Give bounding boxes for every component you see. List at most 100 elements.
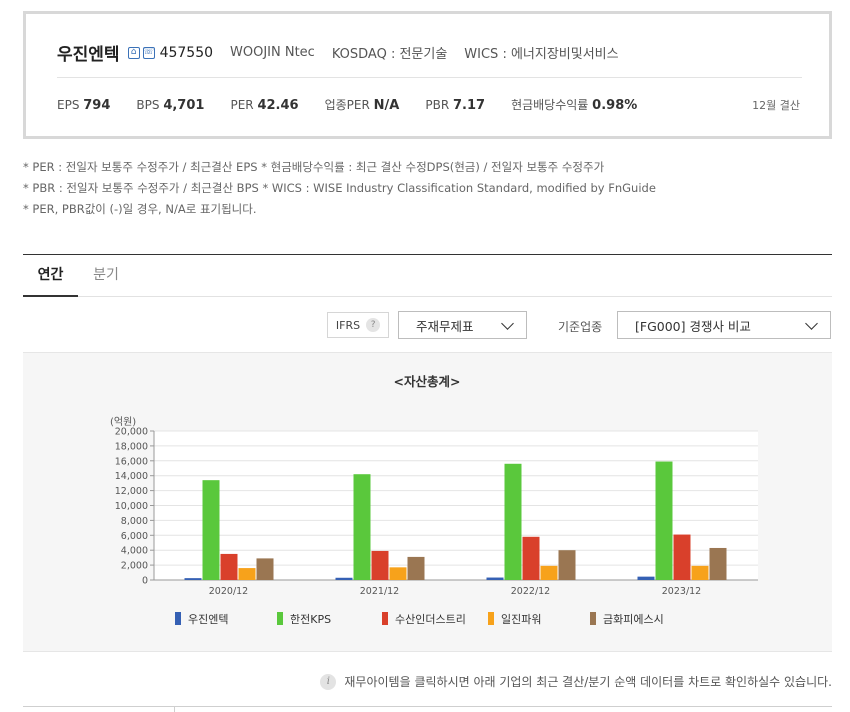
metric-label: 업종PER xyxy=(324,98,370,112)
bar-2023-12 xyxy=(673,534,691,580)
bar-2021-12 xyxy=(353,474,371,580)
metric-pbr: PBR 7.17 xyxy=(425,98,485,113)
industry-compare-value: [FG000] 경쟁사 비교 xyxy=(635,318,751,334)
y-tick-label: 18,000 xyxy=(115,441,148,452)
chevron-down-icon xyxy=(805,317,818,330)
metric-bps: BPS 4,701 xyxy=(136,98,204,113)
bar-2020-12 xyxy=(184,578,202,580)
company-english-name: WOOJIN Ntec xyxy=(230,45,315,60)
y-tick-label: 14,000 xyxy=(115,471,148,482)
bar-2022-12 xyxy=(540,565,558,580)
metric-label: BPS xyxy=(136,98,160,112)
metric-label: PBR xyxy=(425,98,450,112)
metric-label: 현금배당수익률 xyxy=(511,98,589,112)
table-column-divider xyxy=(174,706,175,712)
y-tick-label: 16,000 xyxy=(115,456,148,467)
metric-label: PER xyxy=(230,98,254,112)
metric-value: 42.46 xyxy=(257,98,299,113)
info-text: 재무아이템을 클릭하시면 아래 기업의 최근 결산/분기 순액 데이터를 차트로… xyxy=(344,675,832,689)
ifrs-badge: IFRS ? xyxy=(327,312,389,338)
tab-annual[interactable]: 연간 xyxy=(23,255,78,297)
chart-title: <자산총계> xyxy=(394,374,461,389)
wics-sector: WICS : 에너지장비및서비스 xyxy=(464,47,619,62)
legend-label: 금화피에스시 xyxy=(603,613,664,626)
bar-2023-12 xyxy=(637,576,655,580)
footnote-line: * PER, PBR값이 (-)일 경우, N/A로 표기됩니다. xyxy=(23,202,257,216)
metric-value: 0.98% xyxy=(592,98,638,113)
total-assets-chart: <자산총계>(억원)02,0004,0006,0008,00010,00012,… xyxy=(110,374,758,626)
market-sector: KOSDAQ : 전문기술 xyxy=(331,47,448,62)
footnotes: * PER : 전일자 보통주 수정주가 / 최근결산 EPS * 현금배당수익… xyxy=(23,157,656,220)
statement-type-select[interactable]: 주재무제표 xyxy=(398,311,527,339)
chevron-down-icon xyxy=(501,317,514,330)
footnote-line: * PBR : 전일자 보통주 수정주가 / 최근결산 BPS * WICS :… xyxy=(23,181,656,195)
y-tick-label: 20,000 xyxy=(115,427,148,438)
company-summary-box: 우진엔텍 ⌂ ☏ 457550 WOOJIN Ntec KOSDAQ : 전문기… xyxy=(23,11,832,139)
bar-2023-12 xyxy=(655,461,673,580)
statement-type-value: 주재무제표 xyxy=(416,318,474,334)
metric-eps: EPS 794 xyxy=(57,98,110,113)
metric-industry-per: 업종PER N/A xyxy=(325,96,400,113)
y-tick-label: 12,000 xyxy=(115,486,148,497)
metric-value: 794 xyxy=(83,98,111,113)
tab-quarterly[interactable]: 분기 xyxy=(80,255,132,297)
x-tick-label: 2023/12 xyxy=(662,586,701,597)
bar-2022-12 xyxy=(558,550,576,580)
bar-2020-12 xyxy=(238,568,256,580)
summary-divider xyxy=(57,77,802,78)
y-tick-label: 10,000 xyxy=(115,501,148,512)
legend-label: 일진파워 xyxy=(501,612,541,626)
x-tick-label: 2022/12 xyxy=(511,586,550,597)
company-name: 우진엔텍 xyxy=(57,45,120,65)
bar-2020-12 xyxy=(202,480,220,580)
footnote-line: * PER : 전일자 보통주 수정주가 / 최근결산 EPS * 현금배당수익… xyxy=(23,160,605,174)
metric-per: PER 42.46 xyxy=(230,98,298,113)
bar-2020-12 xyxy=(256,558,274,580)
chart-panel: <자산총계> (억원) 0 2,000 4,000 6,000 8,000 10,000 12,… xyxy=(23,352,832,652)
metric-dividend-yield: 현금배당수익률 0.98% xyxy=(511,96,637,113)
info-message: i 재무아이템을 클릭하시면 아래 기업의 최근 결산/분기 순액 데이터를 차… xyxy=(320,673,832,690)
home-icon[interactable]: ⌂ xyxy=(127,46,140,59)
legend-swatch xyxy=(382,612,388,625)
bar-2021-12 xyxy=(335,577,353,580)
bar-2023-12 xyxy=(691,565,709,580)
table-top-rule xyxy=(23,706,832,707)
period-tab-bar: 연간 분기 xyxy=(23,254,832,297)
legend-label: 한전KPS xyxy=(290,613,331,626)
legend-label: 수산인더스트리 xyxy=(395,613,466,626)
legend-label: 우진엔텍 xyxy=(188,613,228,626)
bar-2021-12 xyxy=(407,556,425,580)
bar-2022-12 xyxy=(486,577,504,580)
industry-compare-select[interactable]: [FG000] 경쟁사 비교 xyxy=(617,311,831,339)
x-tick-label: 2021/12 xyxy=(360,586,399,597)
bar-2023-12 xyxy=(709,547,727,580)
metric-label: EPS xyxy=(57,98,80,112)
help-icon[interactable]: ? xyxy=(366,318,381,332)
info-icon: i xyxy=(320,673,337,690)
company-header: 우진엔텍 ⌂ ☏ 457550 WOOJIN Ntec KOSDAQ : 전문기… xyxy=(57,40,636,66)
metrics-row: EPS 794 BPS 4,701 PER 42.46 업종PER N/A PB… xyxy=(57,96,663,113)
company-code: 457550 xyxy=(159,44,214,61)
ifrs-label: IFRS xyxy=(335,318,361,332)
y-tick-label: 6,000 xyxy=(121,531,148,542)
y-tick-label: 2,000 xyxy=(121,561,148,572)
bar-2021-12 xyxy=(371,550,389,580)
legend-swatch xyxy=(488,612,494,625)
legend-swatch xyxy=(175,612,181,625)
bar-2020-12 xyxy=(220,553,238,580)
metric-value: 7.17 xyxy=(452,98,486,113)
bar-2022-12 xyxy=(504,463,522,580)
legend-swatch xyxy=(590,612,596,625)
metric-value: 4,701 xyxy=(163,98,205,113)
y-tick-label: 8,000 xyxy=(121,516,148,527)
bar-2022-12 xyxy=(522,536,540,580)
fiscal-note: 12월 결산 xyxy=(752,99,800,112)
metric-value: N/A xyxy=(373,98,400,113)
ir-icon[interactable]: ☏ xyxy=(142,46,155,59)
y-tick-label: 0 xyxy=(142,576,148,587)
y-tick-label: 4,000 xyxy=(121,546,148,557)
bar-2021-12 xyxy=(389,567,407,580)
legend-swatch xyxy=(277,612,283,625)
industry-label: 기준업종 xyxy=(558,320,603,334)
x-tick-label: 2020/12 xyxy=(209,586,248,597)
